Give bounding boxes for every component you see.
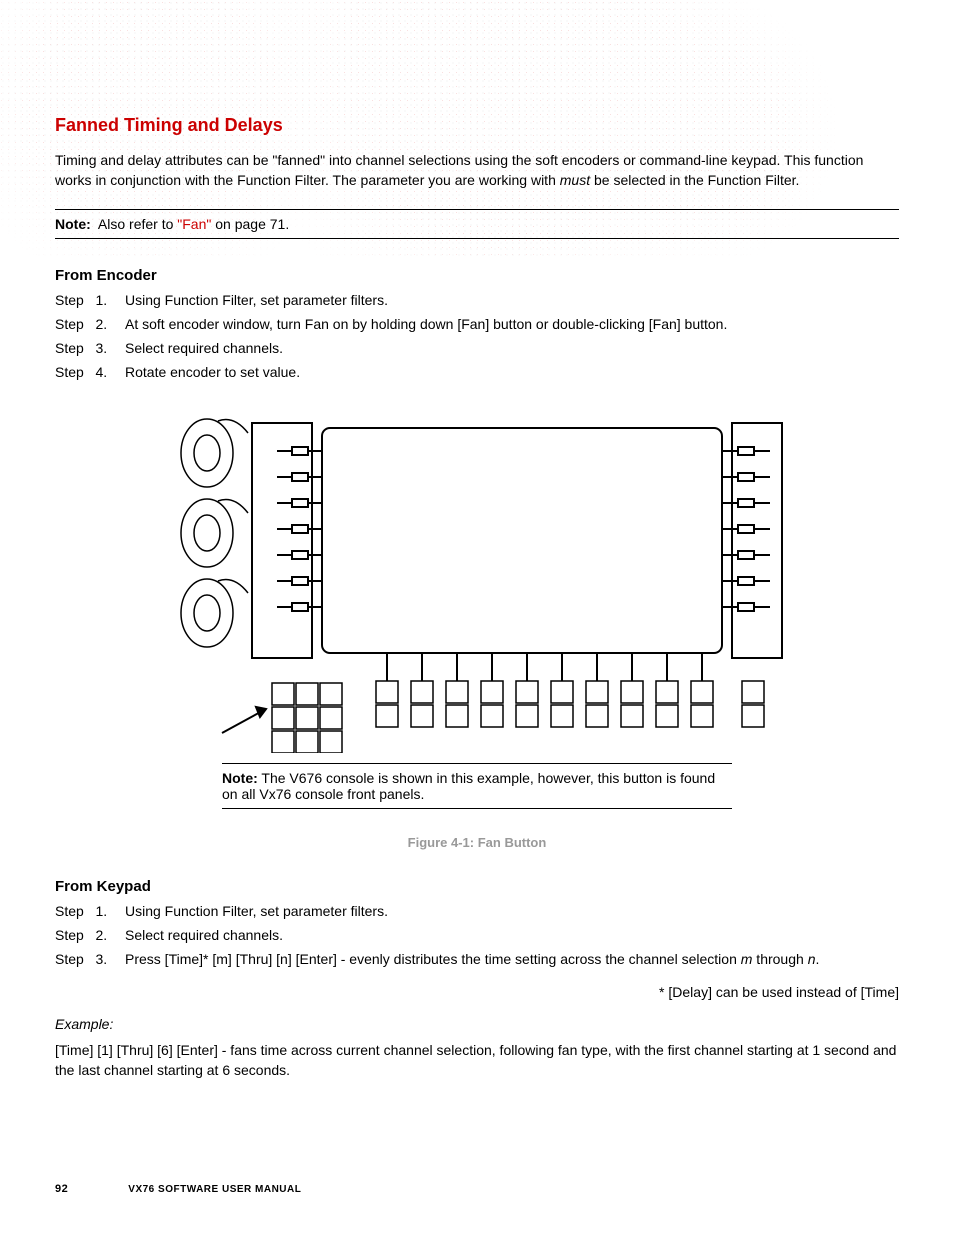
step-label: Step 2. bbox=[55, 925, 125, 945]
intro-tail: be selected in the Function Filter. bbox=[590, 172, 799, 188]
var-m: m bbox=[741, 951, 753, 967]
step-row: Step 2. Select required channels. bbox=[55, 925, 899, 945]
step-row: Step 2. At soft encoder window, turn Fan… bbox=[55, 314, 899, 334]
figure-note: Note: The V676 console is shown in this … bbox=[222, 763, 732, 809]
step-row: Step 1. Using Function Filter, set param… bbox=[55, 290, 899, 310]
manual-title: VX76 SOFTWARE USER MANUAL bbox=[128, 1184, 301, 1195]
intro-paragraph: Timing and delay attributes can be "fann… bbox=[55, 150, 899, 191]
page-footer: 92 VX76 SOFTWARE USER MANUAL bbox=[55, 1183, 899, 1195]
note-label: Note: bbox=[55, 216, 91, 232]
step-text: Using Function Filter, set parameter fil… bbox=[125, 901, 899, 921]
step-text: Select required channels. bbox=[125, 925, 899, 945]
step-label: Step 4. bbox=[55, 362, 125, 382]
encoder-steps: Step 1. Using Function Filter, set param… bbox=[55, 290, 899, 383]
figure-caption: Figure 4-1: Fan Button bbox=[55, 835, 899, 850]
step-text: At soft encoder window, turn Fan on by h… bbox=[125, 314, 899, 334]
step-row: Step 4. Rotate encoder to set value. bbox=[55, 362, 899, 382]
step-label: Step 1. bbox=[55, 290, 125, 310]
note-fan-reference: Note: Also refer to "Fan" on page 71. bbox=[55, 209, 899, 239]
step-row: Step 3. Press [Time]* [m] [Thru] [n] [En… bbox=[55, 949, 899, 969]
section-heading: Fanned Timing and Delays bbox=[55, 115, 899, 136]
intro-emphasis: must bbox=[560, 172, 590, 188]
step-label: Step 3. bbox=[55, 949, 125, 969]
console-diagram-svg bbox=[162, 403, 792, 753]
step-label: Step 1. bbox=[55, 901, 125, 921]
note-text-b: on page 71. bbox=[211, 216, 289, 232]
step-text: Using Function Filter, set parameter fil… bbox=[125, 290, 899, 310]
from-encoder-heading: From Encoder bbox=[55, 267, 899, 284]
step-row: Step 3. Select required channels. bbox=[55, 338, 899, 358]
step-label: Step 3. bbox=[55, 338, 125, 358]
figure-note-label: Note: bbox=[222, 770, 258, 786]
example-label: Example: bbox=[55, 1014, 899, 1034]
step-row: Step 1. Using Function Filter, set param… bbox=[55, 901, 899, 921]
step-label: Step 2. bbox=[55, 314, 125, 334]
step-text: Select required channels. bbox=[125, 338, 899, 358]
from-keypad-heading: From Keypad bbox=[55, 878, 899, 895]
figure-fan-button: Note: The V676 console is shown in this … bbox=[55, 403, 899, 850]
note-text-a: Also refer to bbox=[98, 216, 177, 232]
page-number: 92 bbox=[55, 1183, 125, 1195]
keypad-steps: Step 1. Using Function Filter, set param… bbox=[55, 901, 899, 970]
step-text: Press [Time]* [m] [Thru] [n] [Enter] - e… bbox=[125, 949, 899, 969]
figure-note-text: The V676 console is shown in this exampl… bbox=[222, 770, 715, 802]
fan-cross-reference-link[interactable]: "Fan" bbox=[177, 216, 211, 232]
example-text: [Time] [1] [Thru] [6] [Enter] - fans tim… bbox=[55, 1040, 899, 1081]
step-text: Rotate encoder to set value. bbox=[125, 362, 899, 382]
delay-footnote: * [Delay] can be used instead of [Time] bbox=[55, 984, 899, 1000]
